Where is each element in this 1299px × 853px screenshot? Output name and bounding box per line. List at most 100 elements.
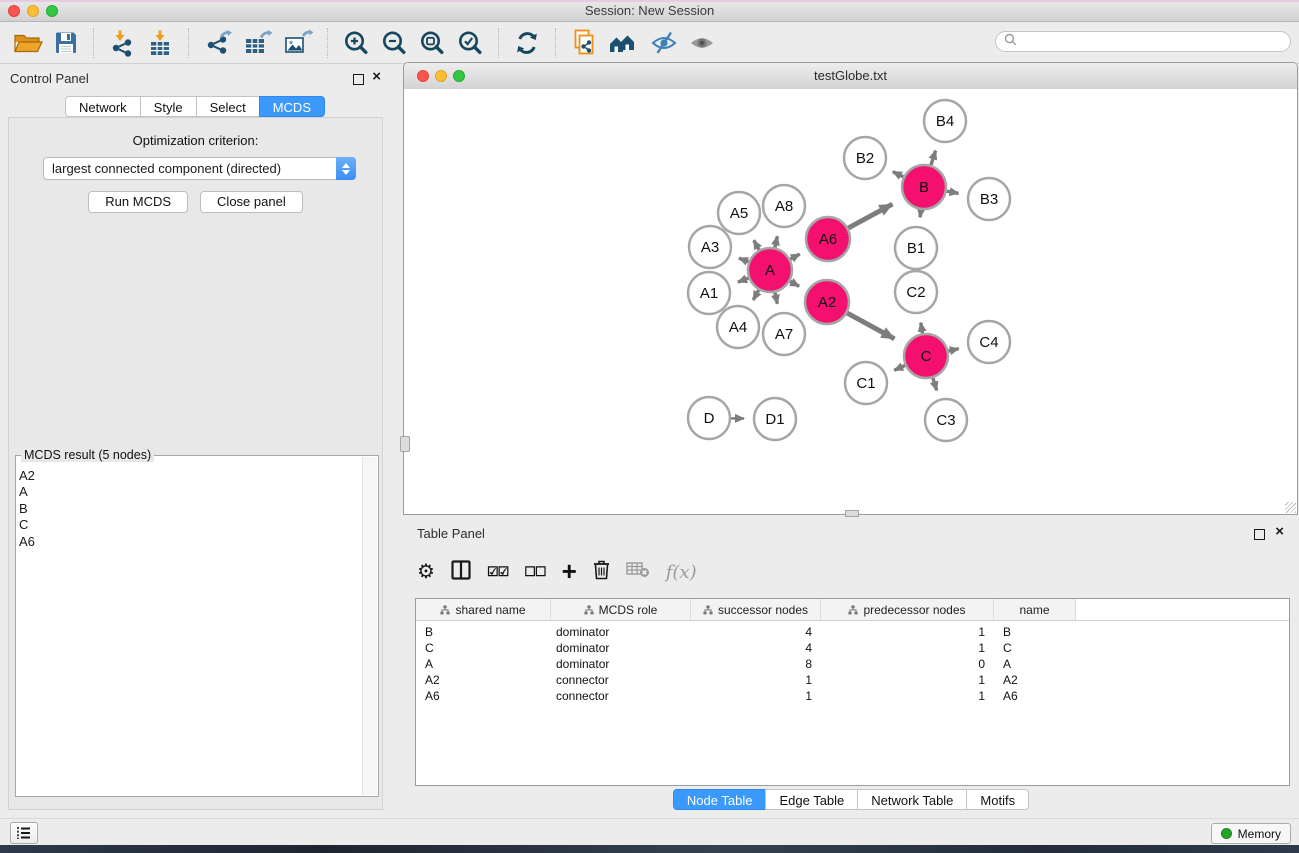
- mcds-result-item[interactable]: B: [19, 501, 362, 517]
- resize-grip-icon[interactable]: [1285, 502, 1296, 513]
- column-header-predecessor-nodes[interactable]: predecessor nodes: [821, 599, 994, 621]
- float-table-panel-icon[interactable]: [1254, 529, 1265, 540]
- table-cell[interactable]: 4: [691, 641, 821, 655]
- save-session-icon[interactable]: [53, 26, 79, 60]
- graph-edge-B-B3[interactable]: [947, 191, 959, 193]
- mcds-result-item[interactable]: A6: [19, 534, 362, 550]
- graph-node-D[interactable]: D: [688, 397, 730, 439]
- graph-edge-A-A1[interactable]: [738, 278, 748, 282]
- graph-edge-A-A3[interactable]: [739, 258, 749, 262]
- left-scroll-grip[interactable]: [400, 436, 410, 452]
- bottom-scroll-grip[interactable]: [845, 510, 859, 517]
- graph-edge-A6-B[interactable]: [848, 204, 892, 228]
- network-window-titlebar[interactable]: testGlobe.txt: [404, 63, 1297, 90]
- delete-column-icon[interactable]: [593, 560, 610, 585]
- graph-edge-B-B1[interactable]: [920, 210, 921, 217]
- graph-edge-A2-C[interactable]: [847, 313, 894, 339]
- float-panel-icon[interactable]: [353, 74, 364, 85]
- graph-node-B1[interactable]: B1: [895, 227, 937, 269]
- table-row[interactable]: Adominator80A: [416, 656, 1289, 672]
- table-cell[interactable]: 1: [691, 689, 821, 703]
- graph-edge-A-A5[interactable]: [754, 240, 759, 250]
- network-canvas[interactable]: B4B2BB3A8A5A6A3B1AC2A1A2A4A7C4CC1C3DD1: [404, 89, 1297, 514]
- graph-edge-A-A7[interactable]: [775, 292, 777, 303]
- zoom-out-icon[interactable]: [380, 26, 408, 60]
- zoom-in-icon[interactable]: [342, 26, 370, 60]
- graph-edge-C-C2[interactable]: [921, 323, 923, 334]
- table-cell[interactable]: C: [416, 641, 551, 655]
- table-cell[interactable]: 4: [691, 625, 821, 639]
- table-cell[interactable]: A2: [416, 673, 551, 687]
- export-table-icon[interactable]: [243, 26, 273, 60]
- home-icon[interactable]: [608, 26, 640, 60]
- table-row[interactable]: Bdominator41B: [416, 624, 1289, 640]
- table-cell[interactable]: connector: [551, 689, 691, 703]
- table-cell[interactable]: A6: [994, 689, 1076, 703]
- graph-edge-A-A4[interactable]: [753, 290, 759, 300]
- tab-network-table[interactable]: Network Table: [857, 789, 967, 810]
- add-column-icon[interactable]: +: [562, 561, 577, 581]
- mcds-result-item[interactable]: A: [19, 484, 362, 500]
- table-cell[interactable]: dominator: [551, 641, 691, 655]
- refresh-icon[interactable]: [513, 26, 541, 60]
- table-cell[interactable]: A2: [994, 673, 1076, 687]
- table-cell[interactable]: 1: [821, 689, 994, 703]
- delete-table-icon[interactable]: [626, 561, 650, 584]
- graph-node-A2[interactable]: A2: [805, 280, 849, 324]
- close-panel-button[interactable]: Close panel: [200, 191, 303, 213]
- table-cell[interactable]: 0: [821, 657, 994, 671]
- graph-edge-C-C1[interactable]: [894, 365, 905, 370]
- graph-node-A6[interactable]: A6: [806, 217, 850, 261]
- table-cell[interactable]: A6: [416, 689, 551, 703]
- table-cell[interactable]: 1: [821, 625, 994, 639]
- mcds-result-item[interactable]: A2: [19, 468, 362, 484]
- close-panel-icon[interactable]: ×: [372, 68, 381, 86]
- graph-edge-A-A2[interactable]: [790, 281, 799, 286]
- tab-motifs[interactable]: Motifs: [966, 789, 1029, 810]
- table-cell[interactable]: B: [994, 625, 1076, 639]
- graph-node-A8[interactable]: A8: [763, 185, 805, 227]
- table-cell[interactable]: A: [416, 657, 551, 671]
- search-field[interactable]: [995, 31, 1291, 52]
- graph-edge-B-B2[interactable]: [893, 172, 904, 177]
- table-cell[interactable]: C: [994, 641, 1076, 655]
- criterion-dropdown[interactable]: largest connected component (directed): [43, 157, 356, 180]
- graph-node-A[interactable]: A: [748, 248, 792, 292]
- graph-edge-A-A8[interactable]: [775, 236, 777, 247]
- zoom-selected-icon[interactable]: [456, 26, 484, 60]
- graph-node-A3[interactable]: A3: [689, 226, 731, 268]
- deselect-all-columns-icon[interactable]: ☐☐: [524, 564, 545, 580]
- graph-node-B3[interactable]: B3: [968, 178, 1010, 220]
- tab-node-table[interactable]: Node Table: [673, 789, 767, 810]
- graph-node-C[interactable]: C: [904, 334, 948, 378]
- graph-node-A7[interactable]: A7: [763, 313, 805, 355]
- graph-edge-B-B4[interactable]: [931, 151, 936, 166]
- table-cell[interactable]: 1: [821, 673, 994, 687]
- table-row[interactable]: A2connector11A2: [416, 672, 1289, 688]
- graph-node-C2[interactable]: C2: [895, 271, 937, 313]
- graph-node-B2[interactable]: B2: [844, 137, 886, 179]
- table-row[interactable]: A6connector11A6: [416, 688, 1289, 704]
- result-scrollbar[interactable]: [362, 457, 377, 795]
- hide-graphics-details-icon[interactable]: [650, 26, 678, 60]
- graph-edge-C-C3[interactable]: [933, 378, 937, 390]
- graph-node-C1[interactable]: C1: [845, 362, 887, 404]
- export-image-icon[interactable]: [283, 26, 313, 60]
- graph-edge-A-A6[interactable]: [790, 254, 799, 259]
- close-table-panel-icon[interactable]: ×: [1275, 523, 1284, 541]
- import-network-icon[interactable]: [108, 26, 136, 60]
- graph-edge-C-C4[interactable]: [948, 349, 958, 351]
- export-network-icon[interactable]: [203, 26, 233, 60]
- import-table-icon[interactable]: [146, 26, 174, 60]
- table-cell[interactable]: dominator: [551, 657, 691, 671]
- table-cell[interactable]: connector: [551, 673, 691, 687]
- tab-network[interactable]: Network: [65, 96, 141, 117]
- graph-node-A4[interactable]: A4: [717, 306, 759, 348]
- graph-node-B[interactable]: B: [902, 165, 946, 209]
- graph-node-A5[interactable]: A5: [718, 192, 760, 234]
- search-input[interactable]: [1022, 33, 1290, 51]
- table-row[interactable]: Cdominator41C: [416, 640, 1289, 656]
- tab-select[interactable]: Select: [196, 96, 260, 117]
- zoom-fit-icon[interactable]: [418, 26, 446, 60]
- table-cell[interactable]: 1: [691, 673, 821, 687]
